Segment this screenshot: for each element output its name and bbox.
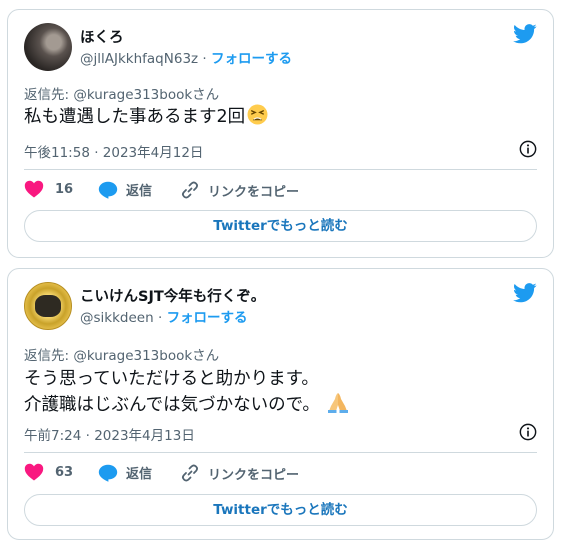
read-more-button[interactable]: Twitterでもっと読む [24,210,537,242]
copy-link-button[interactable]: リンクをコピー [180,463,299,483]
action-bar: 16 返信 リンクをコピー [24,180,537,202]
tweet-text-line: 私も遭遇した事あるます2回 [24,107,246,127]
reply-label: 返信 [126,467,153,482]
read-more-button[interactable]: Twitterでもっと読む [24,494,537,526]
tweet-text: 私も遭遇した事あるます2回 [24,104,268,129]
divider [24,169,537,170]
avatar[interactable] [24,23,72,71]
link-icon [182,181,198,199]
like-button[interactable]: 16 [24,180,73,198]
avatar[interactable] [24,282,72,330]
info-icon[interactable] [519,423,537,441]
tweet-text-line: そう思っていただけると助かります。 [24,369,319,389]
user-handle[interactable]: @jllAJkkhfaqN63z [80,51,198,67]
tweet-timestamp[interactable]: 午後11:58 · 2023年4月12日 [24,141,203,161]
like-count: 63 [55,464,74,480]
tweet-text-line: 介護職はじぶんでは気づかないので。 [24,395,320,415]
tweet-timestamp[interactable]: 午前7:24 · 2023年4月13日 [24,424,195,444]
reply-to-label[interactable]: 返信先: @kurage313bookさん [24,344,219,364]
separator-dot: · [157,310,163,326]
reply-button[interactable]: 返信 [98,463,152,482]
follow-button[interactable]: フォローする [167,310,248,326]
user-name[interactable]: ほくろ [80,26,124,47]
heart-icon [24,463,44,481]
twitter-bird-icon[interactable] [513,283,537,303]
handle-row: @sikkdeen · フォローする [80,306,248,326]
like-button[interactable]: 63 [24,463,73,481]
reply-label: 返信 [126,184,153,199]
folded-hands-emoji [327,393,348,413]
speech-bubble-icon [98,181,118,199]
copy-link-label: リンクをコピー [208,467,300,483]
tired-face-emoji [247,104,268,125]
divider [24,452,537,453]
follow-button[interactable]: フォローする [211,51,292,67]
twitter-bird-icon[interactable] [513,24,537,44]
tweet-text: そう思っていただけると助かります。 介護職はじぶんでは気づかないので。 [24,367,350,417]
link-icon [182,464,198,482]
action-bar: 63 返信 リンクをコピー [24,463,537,485]
copy-link-button[interactable]: リンクをコピー [180,180,299,200]
tweet-card: ほくろ @jllAJkkhfaqN63z · フォローする 返信先: @kura… [7,9,554,258]
info-icon[interactable] [519,140,537,158]
reply-to-label[interactable]: 返信先: @kurage313bookさん [24,83,219,103]
separator-dot: · [202,51,207,67]
heart-icon [24,180,44,198]
copy-link-label: リンクをコピー [208,184,300,200]
reply-button[interactable]: 返信 [98,180,152,199]
user-handle[interactable]: @sikkdeen [80,310,154,326]
user-name[interactable]: こいけんSJT今年も行くぞ。 [80,285,265,306]
tweet-card: こいけんSJT今年も行くぞ。 @sikkdeen · フォローする 返信先: @… [7,268,554,540]
like-count: 16 [55,181,74,197]
handle-row: @jllAJkkhfaqN63z · フォローする [80,47,292,67]
speech-bubble-icon [98,464,118,482]
